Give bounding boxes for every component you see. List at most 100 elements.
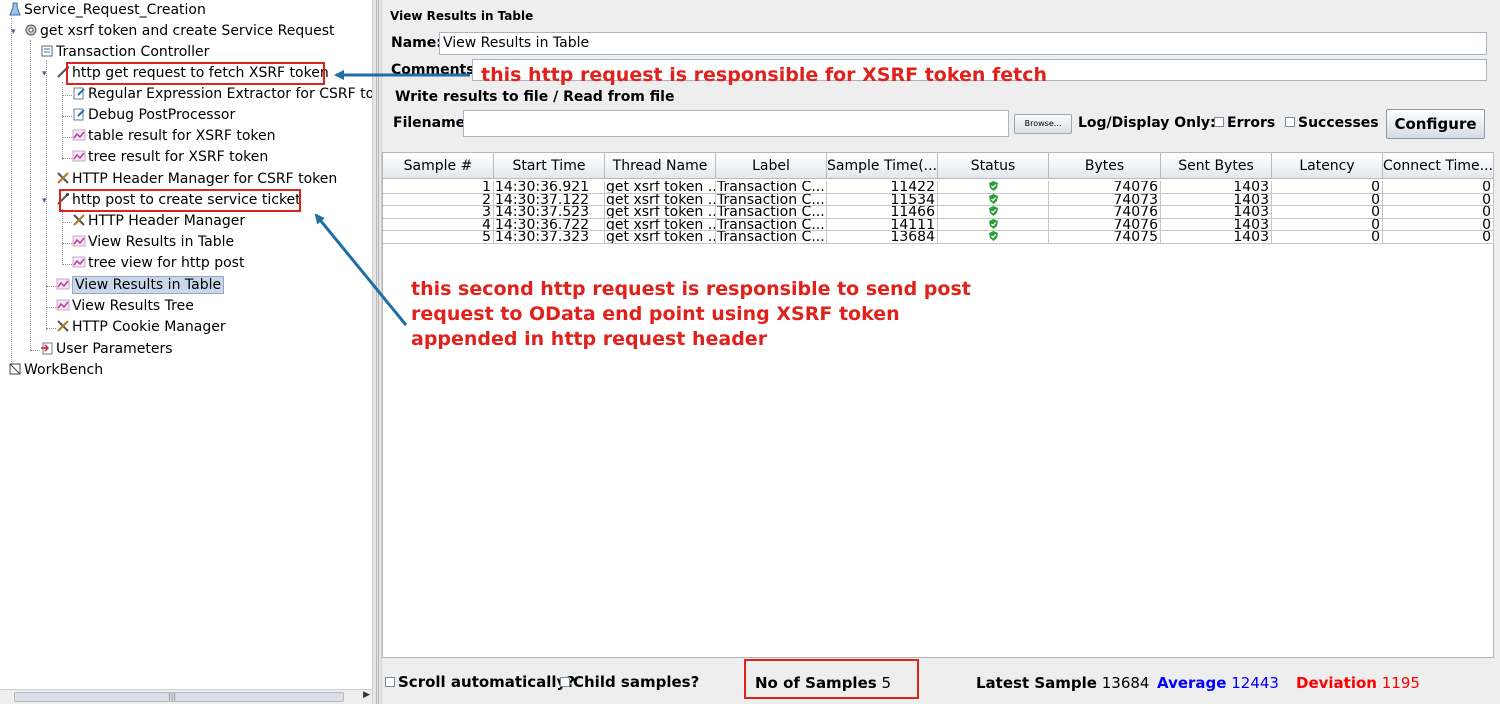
highlight-box-get-request (66, 62, 325, 85)
tree-node-regex-extractor[interactable]: Regular Expression Extractor for CSRF to… (72, 84, 372, 105)
tree-node-label: User Parameters (56, 341, 173, 357)
configure-button[interactable]: Configure (1386, 109, 1485, 139)
highlight-box-post-request (59, 189, 301, 212)
listener-graph-icon (56, 299, 70, 311)
checkbox-box[interactable] (560, 677, 570, 687)
tree-node-thread-group[interactable]: get xsrf token and create Service Reques… (24, 21, 335, 42)
table-cell-connect-time: 0 (1383, 193, 1494, 206)
col-label-header[interactable]: Label (716, 153, 827, 179)
tree-node-transaction-controller[interactable]: Transaction Controller (40, 42, 209, 63)
expand-toggle-icon[interactable]: ▾ (42, 69, 47, 79)
average-label: Average (1157, 674, 1227, 692)
tree-node-header-manager-csrf[interactable]: HTTP Header Manager for CSRF token (56, 169, 337, 190)
listener-graph-icon (72, 256, 86, 268)
tree-node-label: WorkBench (24, 362, 104, 378)
listener-graph-icon (56, 278, 70, 290)
expand-toggle-icon[interactable]: ▾ (11, 27, 16, 37)
table-cell-sent-bytes: 1403 (1161, 193, 1272, 206)
successes-checkbox[interactable]: Successes (1285, 115, 1379, 131)
scrollbar-grip-icon: ||| (168, 692, 177, 701)
table-cell-label: Transaction C... (716, 206, 827, 219)
tree-node-label: HTTP Header Manager (88, 213, 246, 229)
results-table[interactable]: Sample # Start Time Thread Name Label Sample… (382, 152, 1494, 658)
child-samples-label: Child samples? (573, 673, 700, 691)
comments-label: Comments: (391, 62, 481, 78)
annotation-xsrf-fetch: this http request is responsible for XSR… (481, 64, 1048, 86)
col-status-header[interactable]: Status (938, 153, 1049, 179)
scroll-automatically-checkbox[interactable]: Scroll automatically? (385, 673, 575, 691)
tree-node-label: table result for XSRF token (88, 128, 276, 144)
table-cell-thread-name: get xsrf token ... (605, 231, 716, 244)
expand-toggle-icon[interactable]: ▾ (42, 196, 47, 206)
col-bytes-header[interactable]: Bytes (1049, 153, 1161, 179)
tree-node-label: Debug PostProcessor (88, 107, 236, 123)
tree-node-tree-result[interactable]: tree result for XSRF token (72, 147, 268, 168)
table-cell-sent-bytes: 1403 (1161, 206, 1272, 219)
tree-node-cookie-manager[interactable]: HTTP Cookie Manager (56, 317, 226, 338)
tree-connector (62, 209, 63, 265)
divider-grip (376, 0, 379, 704)
table-cell-label: Transaction C... (716, 231, 827, 244)
tree-connector (62, 158, 72, 159)
tree-node-view-results-table-selected[interactable]: View Results in Table (56, 275, 225, 296)
table-cell-sample-time: 11534 (827, 193, 938, 206)
tree-node-label: View Results in Table (72, 276, 225, 294)
tree-node-test-plan[interactable]: Service_Request_Creation (8, 0, 206, 21)
col-sample-time-header[interactable]: Sample Time(... (827, 153, 938, 179)
col-sent-bytes-header[interactable]: Sent Bytes (1161, 153, 1272, 179)
annotation-post-line-3: appended in http request header (411, 328, 768, 350)
col-thread-name-header[interactable]: Thread Name (605, 153, 716, 179)
tree-node-user-parameters[interactable]: User Parameters (40, 339, 173, 360)
table-cell-status (938, 181, 1049, 194)
config-tools-icon (57, 172, 69, 184)
average-value: 12443 (1231, 674, 1279, 692)
errors-checkbox[interactable]: Errors (1214, 115, 1275, 131)
test-plan-tree[interactable]: ▾ ▾ ▾ Service_Request_Creation get xsrf … (0, 0, 372, 704)
tree-node-workbench[interactable]: WorkBench (8, 360, 103, 381)
config-tools-icon (57, 320, 69, 332)
tree-connector (46, 307, 56, 308)
tree-connector (62, 264, 72, 265)
checkbox-box[interactable] (1285, 117, 1295, 127)
panel-title: View Results in Table (390, 9, 534, 23)
tree-node-view-results-tree[interactable]: View Results Tree (56, 296, 194, 317)
checkbox-box[interactable] (385, 677, 395, 687)
testplan-icon (9, 2, 21, 16)
success-shield-icon (988, 181, 998, 191)
table-cell-start-time: 14:30:37.122 (494, 193, 605, 206)
tree-connector (62, 222, 72, 223)
scrollbar-thumb[interactable] (14, 692, 344, 702)
filename-label: Filename (393, 115, 466, 131)
tree-node-header-manager[interactable]: HTTP Header Manager (72, 211, 245, 232)
tree-node-table-result[interactable]: table result for XSRF token (72, 126, 276, 147)
table-cell-sample-time: 13684 (827, 231, 938, 244)
col-sample-number-header[interactable]: Sample # (383, 153, 494, 179)
col-connect-time-header[interactable]: Connect Time... (1383, 153, 1494, 179)
table-cell-latency: 0 (1272, 218, 1383, 231)
tree-node-debug-postprocessor[interactable]: Debug PostProcessor (72, 105, 235, 126)
table-cell-thread-name: get xsrf token ... (605, 218, 716, 231)
tree-node-tree-view-post[interactable]: tree view for http post (72, 253, 244, 274)
tree-node-view-results-table-inner[interactable]: View Results in Table (72, 232, 234, 253)
browse-button[interactable]: Browse... (1014, 114, 1072, 134)
tree-horizontal-scrollbar[interactable]: ||| ▶ (0, 689, 372, 704)
name-input[interactable]: View Results in Table (439, 32, 1487, 55)
split-pane-divider[interactable] (372, 0, 382, 704)
scroll-right-arrow-icon[interactable]: ▶ (363, 690, 370, 700)
tree-connector (46, 60, 47, 330)
successes-label: Successes (1298, 115, 1379, 131)
child-samples-checkbox[interactable]: Child samples? (560, 673, 699, 691)
checkbox-box[interactable] (1214, 117, 1224, 127)
tree-node-label: Service_Request_Creation (24, 2, 206, 18)
filename-input[interactable] (463, 110, 1009, 137)
tree-node-label: Transaction Controller (56, 44, 210, 60)
table-cell-label: Transaction C... (716, 193, 827, 206)
tree-connector (11, 18, 12, 370)
table-cell-label: Transaction C... (716, 218, 827, 231)
success-shield-icon (988, 193, 998, 204)
table-cell-connect-time: 0 (1383, 206, 1494, 219)
config-tools-icon (73, 214, 85, 226)
col-latency-header[interactable]: Latency (1272, 153, 1383, 179)
col-start-time-header[interactable]: Start Time (494, 153, 605, 179)
errors-label: Errors (1227, 115, 1276, 131)
